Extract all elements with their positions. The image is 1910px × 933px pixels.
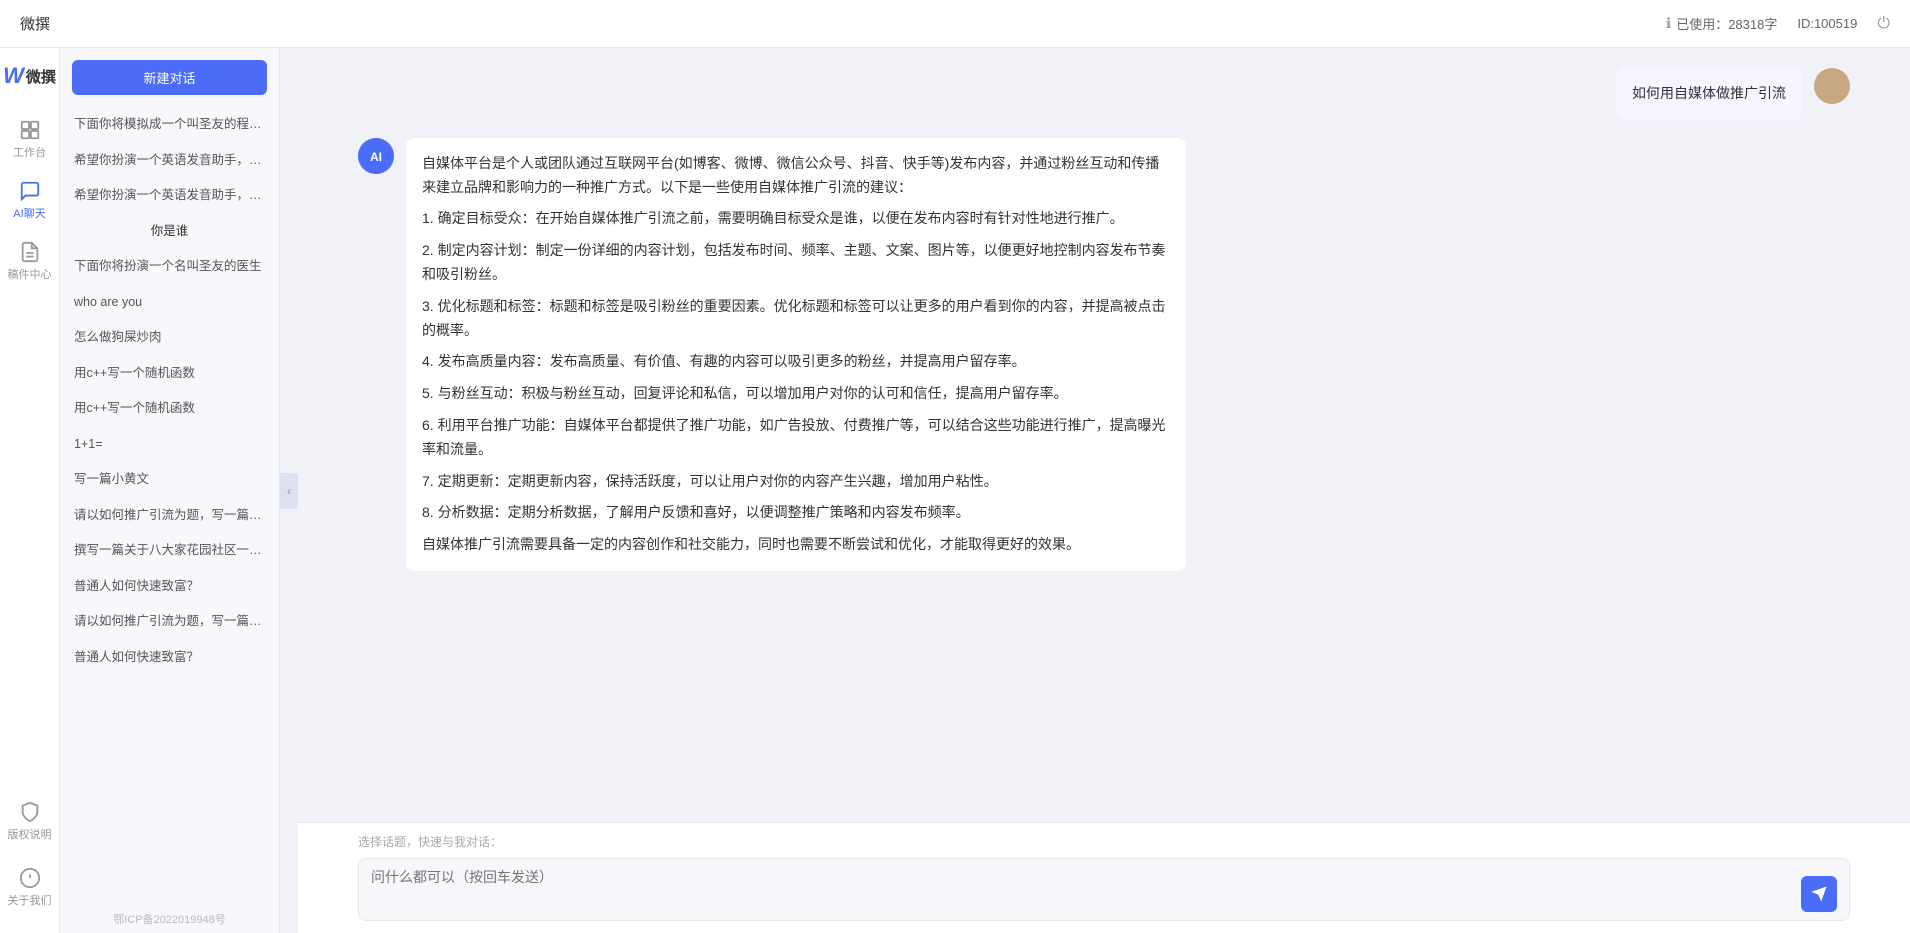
message-paragraph: 2. 制定内容计划：制定一份详细的内容计划，包括发布时间、频率、主题、文案、图片… [422, 239, 1170, 287]
conv-list-item[interactable]: 希望你扮演一个英语发音助手，我提供给你... [60, 178, 279, 214]
conv-list-item[interactable]: 你是谁 [60, 214, 279, 250]
topbar-right: ℹ 已使用：28318字 ID:100519 ⏻ [1666, 14, 1890, 33]
message-bubble: 如何用自媒体做推广引流 [1616, 68, 1802, 120]
conv-list-item[interactable]: 用c++写一个随机函数 [60, 391, 279, 427]
conv-list: 下面你将模拟成一个叫圣友的程序员，我说...希望你扮演一个英语发音助手，我提供给… [60, 103, 279, 905]
conv-list-item[interactable]: 下面你将模拟成一个叫圣友的程序员，我说... [60, 107, 279, 143]
about-label: 关于我们 [8, 892, 52, 908]
message-paragraph: 4. 发布高质量内容：发布高质量、有价值、有趣的内容可以吸引更多的粉丝，并提高用… [422, 350, 1170, 374]
sidebar-item-copyright[interactable]: 版权说明 [8, 791, 52, 852]
conv-list-item[interactable]: 写一篇小黄文 [60, 462, 279, 498]
power-icon[interactable]: ⏻ [1877, 15, 1890, 33]
topbar-title: 微撰 [20, 13, 50, 34]
conv-list-item[interactable]: 用c++写一个随机函数 [60, 356, 279, 392]
conv-list-item[interactable]: 请以如何推广引流为题，写一篇大纲 [60, 604, 279, 640]
nav-bottom: 版权说明 关于我们 [8, 791, 52, 918]
avatar: AI [358, 138, 394, 174]
logo-area: W 微撰 [3, 63, 56, 89]
send-icon [1810, 885, 1828, 903]
usage-text: 已使用：28318字 [1676, 14, 1777, 33]
topbar: 微撰 ℹ 已使用：28318字 ID:100519 ⏻ [0, 0, 1910, 48]
avatar [1814, 68, 1850, 104]
conv-list-item[interactable]: 普通人如何快速致富？ [60, 640, 279, 676]
footer-icp: 鄂ICP备2022019948号 [60, 905, 279, 933]
logo-w: W [3, 63, 24, 89]
new-conversation-button[interactable]: 新建对话 [72, 60, 267, 95]
conv-list-item[interactable]: 1+1= [60, 427, 279, 463]
drafts-label: 稿件中心 [8, 266, 52, 282]
logo-text: 微撰 [26, 66, 56, 87]
svg-text:AI: AI [370, 150, 382, 164]
conv-list-item[interactable]: 下面你将扮演一个名叫圣友的医生 [60, 249, 279, 285]
sidebar-item-drafts[interactable]: 稿件中心 [0, 231, 59, 292]
quick-topics-label: 选择话题，快速与我对话： [358, 833, 1850, 850]
sidebar-item-workbench[interactable]: 工作台 [0, 109, 59, 170]
collapse-sidebar-button[interactable]: ‹ [280, 473, 298, 509]
message-paragraph: 3. 优化标题和标签：标题和标签是吸引粉丝的重要因素。优化标题和标签可以让更多的… [422, 295, 1170, 343]
conv-panel: 新建对话 下面你将模拟成一个叫圣友的程序员，我说...希望你扮演一个英语发音助手… [60, 48, 280, 933]
message-paragraph: 7. 定期更新：定期更新内容，保持活跃度，可以让用户对你的内容产生兴趣，增加用户… [422, 470, 1170, 494]
message-paragraph: 1. 确定目标受众：在开始自媒体推广引流之前，需要明确目标受众是谁，以便在发布内… [422, 207, 1170, 231]
usage-info: ℹ 已使用：28318字 [1666, 14, 1777, 33]
send-button[interactable] [1801, 876, 1837, 912]
conv-list-item[interactable]: 普通人如何快速致富？ [60, 569, 279, 605]
input-row [358, 858, 1850, 921]
copyright-label: 版权说明 [8, 826, 52, 842]
message-paragraph: 自媒体推广引流需要具备一定的内容创作和社交能力，同时也需要不断尝试和优化，才能取… [422, 533, 1170, 557]
message-row: 如何用自媒体做推广引流 [358, 68, 1850, 120]
message-bubble: 自媒体平台是个人或团队通过互联网平台(如博客、微博、微信公众号、抖音、快手等)发… [406, 138, 1186, 571]
nav-sidebar: W 微撰 工作台 AI聊天 稿件中心 [0, 48, 60, 933]
conv-list-item[interactable]: 撰写一篇关于八大家花园社区一刻钟便民生... [60, 533, 279, 569]
workbench-label: 工作台 [13, 144, 46, 160]
message-paragraph: 自媒体平台是个人或团队通过互联网平台(如博客、微博、微信公众号、抖音、快手等)发… [422, 152, 1170, 200]
main-layout: W 微撰 工作台 AI聊天 稿件中心 [0, 48, 1910, 933]
input-area: 选择话题，快速与我对话： [298, 822, 1910, 933]
message-paragraph: 6. 利用平台推广功能：自媒体平台都提供了推广功能，如广告投放、付费推广等，可以… [422, 414, 1170, 462]
conv-list-item[interactable]: 怎么做狗屎炒肉 [60, 320, 279, 356]
conv-list-item[interactable]: 请以如何推广引流为题，写一篇大纲 [60, 498, 279, 534]
id-info: ID:100519 [1797, 16, 1857, 31]
messages-container: 如何用自媒体做推广引流 AI 自媒体平台是个人或团队通过互联网平台(如博客、微博、微… [298, 48, 1910, 822]
sidebar-item-ai-chat[interactable]: AI聊天 [0, 170, 59, 231]
chat-area: 如何用自媒体做推广引流 AI 自媒体平台是个人或团队通过互联网平台(如博客、微博、微… [298, 48, 1910, 933]
chat-input[interactable] [371, 867, 1791, 912]
info-icon: ℹ [1666, 15, 1671, 32]
ai-chat-label: AI聊天 [13, 205, 45, 221]
message-row: AI 自媒体平台是个人或团队通过互联网平台(如博客、微博、微信公众号、抖音、快手等… [358, 138, 1850, 571]
message-paragraph: 8. 分析数据：定期分析数据，了解用户反馈和喜好，以便调整推广策略和内容发布频率… [422, 501, 1170, 525]
message-paragraph: 5. 与粉丝互动：积极与粉丝互动，回复评论和私信，可以增加用户对你的认可和信任，… [422, 382, 1170, 406]
conv-list-item[interactable]: 希望你扮演一个英语发音助手，我提供给你... [60, 143, 279, 179]
sidebar-item-about[interactable]: 关于我们 [8, 857, 52, 918]
conv-list-item[interactable]: who are you [60, 285, 279, 321]
